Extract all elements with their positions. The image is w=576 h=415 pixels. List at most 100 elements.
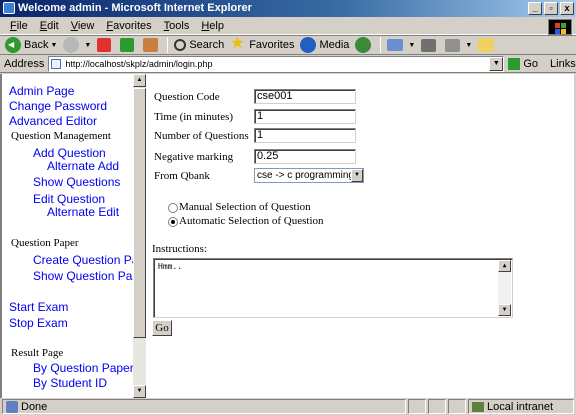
- admin-page-link[interactable]: Admin Page: [9, 84, 74, 98]
- mail-button[interactable]: ▼: [384, 36, 418, 54]
- print-icon: [421, 38, 437, 52]
- add-question-link[interactable]: Add Question: [33, 146, 106, 160]
- history-button[interactable]: [352, 36, 377, 54]
- by-question-paper-link[interactable]: By Question Paper: [33, 361, 133, 375]
- go-arrow-icon: [508, 57, 521, 70]
- toolbar: Back ▼ ▼ Search ★ Favorites Media ▼ ▼: [0, 35, 576, 55]
- scroll-up-button[interactable]: ▲: [133, 74, 146, 87]
- window-title: Welcome admin - Microsoft Internet Explo…: [18, 2, 252, 14]
- links-button[interactable]: Links: [550, 58, 576, 70]
- messenger-button[interactable]: [475, 36, 500, 54]
- page-done-icon: [6, 400, 18, 413]
- back-arrow-icon: [5, 37, 21, 53]
- num-questions-label: Number of Questions: [154, 130, 249, 142]
- stop-exam-link[interactable]: Stop Exam: [9, 316, 68, 330]
- address-input[interactable]: http://localhost/skplz/admin/login.php ▼: [48, 55, 505, 72]
- scroll-up-button[interactable]: ▲: [498, 260, 511, 272]
- windows-logo-icon: [548, 19, 572, 35]
- media-icon: [300, 37, 317, 53]
- forward-arrow-icon: [63, 37, 80, 53]
- navigation-scrollbar[interactable]: ▲ ▼: [133, 74, 146, 398]
- show-question-paper-link[interactable]: Show Question Paper: [33, 269, 133, 283]
- media-button[interactable]: Media: [297, 36, 352, 54]
- navigation-frame: Admin Page Change Password Advanced Edit…: [0, 74, 133, 398]
- menu-file[interactable]: File: [4, 20, 34, 32]
- home-button[interactable]: [140, 36, 164, 54]
- negative-marking-label: Negative marking: [154, 151, 234, 163]
- scrollbar-thumb[interactable]: [133, 88, 146, 338]
- refresh-button[interactable]: [117, 36, 140, 54]
- status-bar: Done Local intranet: [0, 398, 576, 415]
- go-button[interactable]: Go: [508, 57, 538, 70]
- edit-button[interactable]: ▼: [442, 36, 475, 54]
- intranet-icon: [472, 401, 484, 412]
- question-code-label: Question Code: [154, 91, 220, 103]
- textarea-scrollbar[interactable]: ▲ ▼: [498, 260, 511, 316]
- search-button[interactable]: Search: [171, 36, 227, 54]
- manual-selection-radio[interactable]: [168, 203, 178, 213]
- status-cell: [448, 399, 466, 414]
- forward-button[interactable]: ▼: [60, 36, 94, 54]
- question-paper-heading: Question Paper: [11, 237, 79, 249]
- home-icon: [143, 38, 159, 52]
- time-label: Time (in minutes): [154, 111, 234, 123]
- by-student-id-link[interactable]: By Student ID: [33, 376, 107, 390]
- advanced-editor-link[interactable]: Advanced Editor: [9, 114, 97, 128]
- favorites-button[interactable]: ★ Favorites: [227, 36, 297, 54]
- qbank-label: From Qbank: [154, 170, 210, 182]
- close-button[interactable]: x: [560, 2, 574, 15]
- time-input[interactable]: 1: [254, 109, 356, 124]
- scroll-down-button[interactable]: ▼: [498, 304, 511, 316]
- window-controls: _ ▫ x: [528, 2, 574, 15]
- chevron-down-icon: ▼: [351, 169, 363, 182]
- status-cell: [408, 399, 426, 414]
- menu-tools[interactable]: Tools: [158, 20, 196, 32]
- alternate-edit-link[interactable]: Alternate Edit: [47, 205, 119, 219]
- show-questions-link[interactable]: Show Questions: [33, 175, 120, 189]
- print-button[interactable]: [418, 36, 442, 54]
- stop-button[interactable]: [94, 36, 117, 54]
- automatic-selection-radio[interactable]: [168, 217, 178, 227]
- scroll-down-button[interactable]: ▼: [133, 385, 146, 398]
- back-button[interactable]: Back ▼: [2, 36, 60, 54]
- go-submit-button[interactable]: Go: [152, 320, 172, 336]
- instructions-textarea[interactable]: Hmm.. ▲ ▼: [153, 258, 513, 318]
- qbank-select[interactable]: cse -> c programming ▼: [254, 168, 364, 183]
- edit-icon: [445, 38, 461, 52]
- edit-question-link[interactable]: Edit Question: [33, 192, 105, 206]
- toolbar-separator: [380, 37, 382, 53]
- title-bar: Welcome admin - Microsoft Internet Explo…: [0, 0, 576, 17]
- negative-marking-input[interactable]: 0.25: [254, 149, 356, 164]
- address-dropdown-button[interactable]: ▼: [489, 56, 504, 71]
- question-management-heading: Question Management: [11, 130, 111, 142]
- alternate-add-link[interactable]: Alternate Add: [47, 159, 119, 173]
- minimize-button[interactable]: _: [528, 2, 542, 15]
- messenger-icon: [478, 38, 495, 52]
- create-question-paper-link[interactable]: Create Question Paper: [33, 253, 133, 267]
- address-label: Address: [4, 57, 45, 70]
- start-exam-link[interactable]: Start Exam: [9, 300, 68, 314]
- star-icon: ★: [230, 35, 245, 52]
- toolbar-separator: [167, 37, 169, 53]
- ie-icon: [3, 2, 15, 14]
- result-page-heading: Result Page: [11, 347, 64, 359]
- manual-selection-label: Manual Selection of Question: [179, 201, 311, 213]
- dropdown-arrow-icon: ▼: [408, 41, 416, 49]
- mail-icon: [387, 39, 404, 51]
- menu-favorites[interactable]: Favorites: [100, 20, 157, 32]
- menu-help[interactable]: Help: [195, 20, 230, 32]
- dropdown-arrow-icon: ▼: [465, 41, 473, 49]
- dropdown-arrow-icon: ▼: [50, 41, 58, 49]
- dropdown-arrow-icon: ▼: [84, 41, 92, 49]
- address-bar: Address http://localhost/skplz/admin/log…: [0, 55, 576, 73]
- menu-bar: File Edit View Favorites Tools Help: [0, 17, 576, 35]
- menu-view[interactable]: View: [65, 20, 101, 32]
- page-icon: [51, 58, 62, 69]
- change-password-link[interactable]: Change Password: [9, 99, 107, 113]
- status-cell: [428, 399, 446, 414]
- num-questions-input[interactable]: 1: [254, 128, 356, 143]
- maximize-button[interactable]: ▫: [544, 2, 558, 15]
- automatic-selection-label: Automatic Selection of Question: [179, 215, 324, 227]
- question-code-input[interactable]: cse001: [254, 89, 356, 104]
- menu-edit[interactable]: Edit: [34, 20, 65, 32]
